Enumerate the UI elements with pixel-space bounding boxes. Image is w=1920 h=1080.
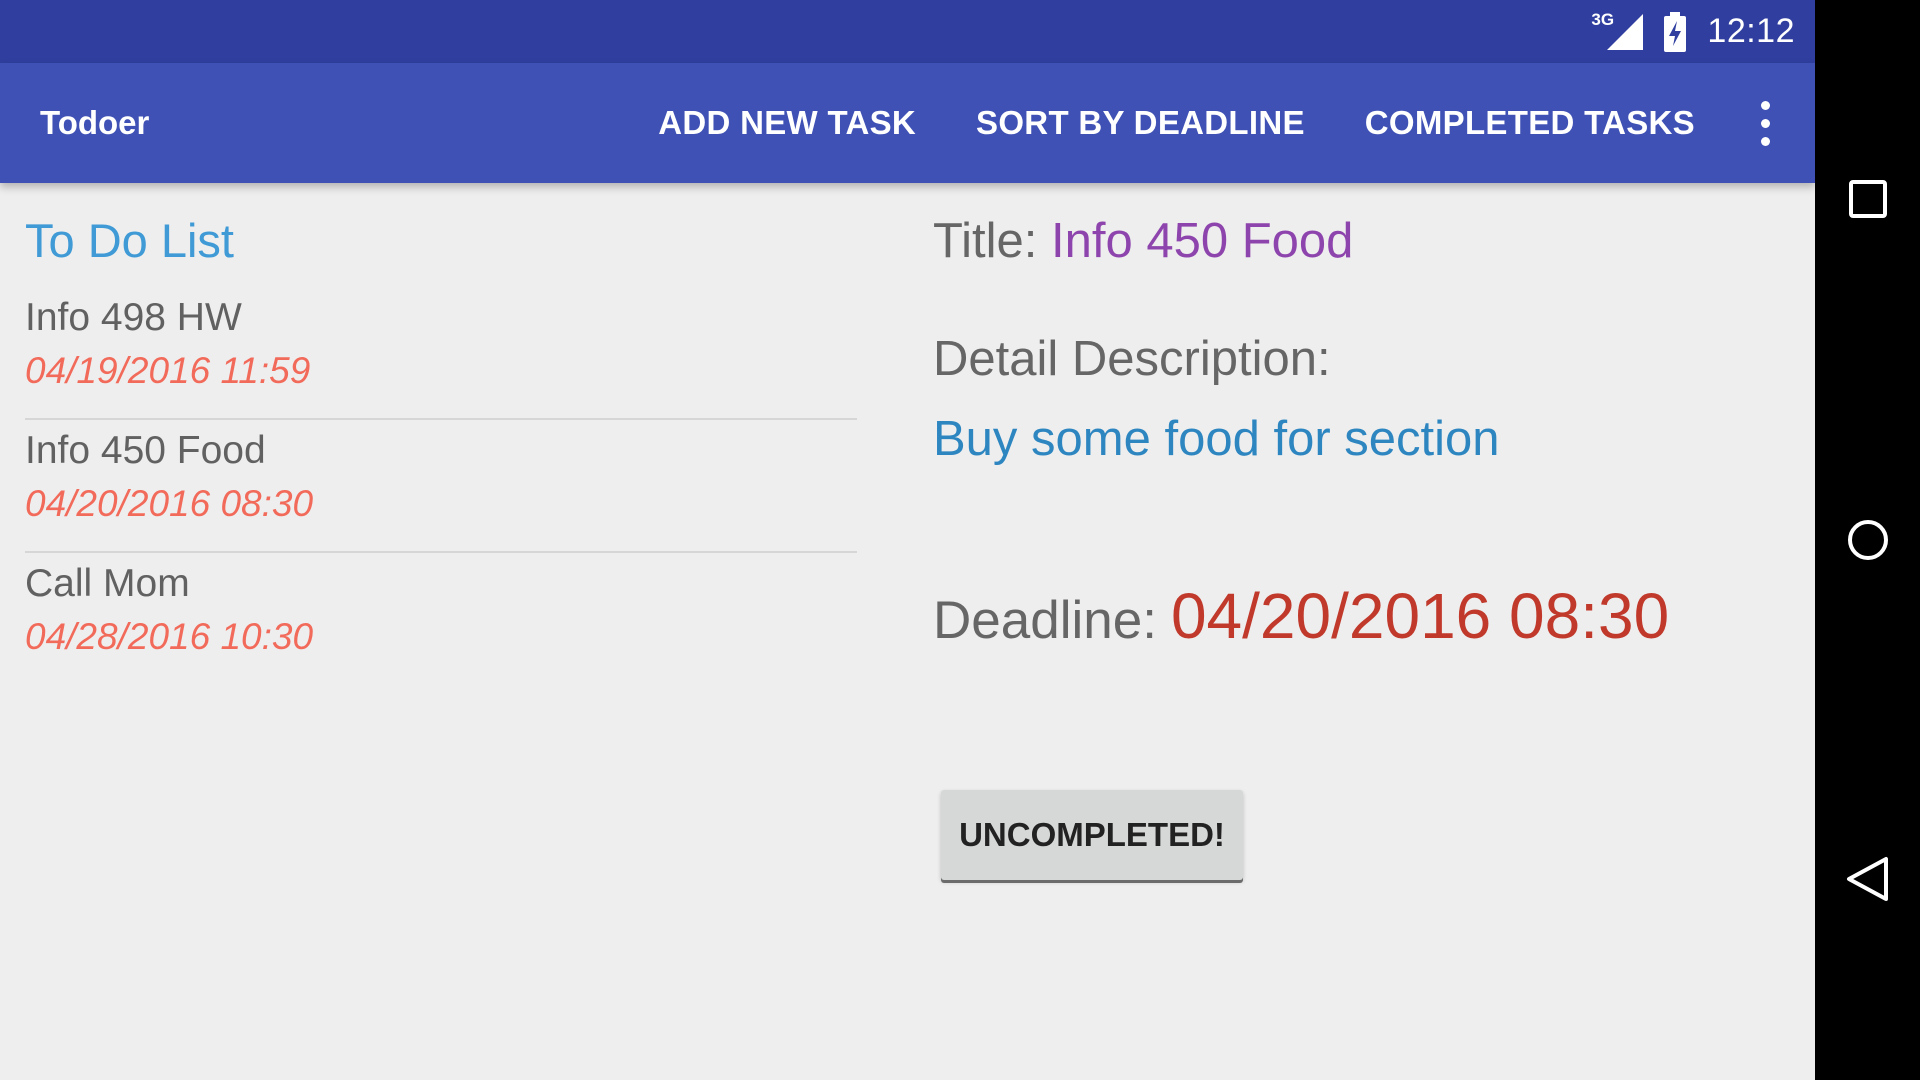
uncompleted-button[interactable]: UNCOMPLETED! — [941, 790, 1243, 880]
description-label: Detail Description: — [933, 332, 1331, 386]
title-label: Title: — [933, 214, 1051, 268]
divider — [25, 418, 857, 420]
more-vert-icon[interactable] — [1761, 100, 1773, 146]
task-name: Info 498 HW — [25, 296, 242, 339]
detail-title-row: Title: Info 450 Food — [933, 213, 1353, 269]
back-triangle-icon[interactable] — [1815, 829, 1920, 929]
completed-tasks-button[interactable]: COMPLETED TASKS — [1365, 104, 1695, 142]
description-value: Buy some food for section — [933, 412, 1500, 466]
task-name: Info 450 Food — [25, 429, 266, 472]
deadline-row: Deadline: 04/20/2016 08:30 — [933, 579, 1669, 653]
battery-charging-icon — [1663, 11, 1687, 52]
deadline-label: Deadline: — [933, 591, 1157, 650]
list-item[interactable]: Info 498 HW 04/19/2016 11:59 — [25, 288, 857, 420]
cell-signal-icon: 3G — [1591, 10, 1644, 52]
list-item[interactable]: Call Mom 04/28/2016 10:30 — [25, 554, 857, 686]
status-bar: 3G 12:12 — [0, 0, 1815, 63]
network-type-label: 3G — [1591, 9, 1615, 29]
task-deadline: 04/28/2016 10:30 — [25, 616, 314, 657]
task-deadline: 04/20/2016 08:30 — [25, 483, 314, 524]
list-heading: To Do List — [25, 214, 234, 267]
title-value: Info 450 Food — [1050, 214, 1354, 268]
sort-by-deadline-button[interactable]: SORT BY DEADLINE — [976, 104, 1305, 142]
task-name: Call Mom — [25, 562, 190, 605]
list-item[interactable]: Info 450 Food 04/20/2016 08:30 — [25, 421, 857, 553]
task-deadline: 04/19/2016 11:59 — [25, 350, 311, 391]
app-screen: 3G 12:12 Todoer ADD NEW TASK SORT BY DEA… — [0, 0, 1815, 1080]
home-circle-icon[interactable] — [1815, 490, 1920, 590]
navigation-bar — [1815, 0, 1920, 1080]
app-bar: Todoer ADD NEW TASK SORT BY DEADLINE COM… — [0, 63, 1815, 183]
status-icons: 3G 12:12 — [1591, 0, 1795, 63]
clock: 12:12 — [1707, 12, 1795, 50]
add-new-task-button[interactable]: ADD NEW TASK — [658, 104, 916, 142]
action-menu: ADD NEW TASK SORT BY DEADLINE COMPLETED … — [598, 104, 1695, 142]
divider — [25, 551, 857, 553]
deadline-value: 04/20/2016 08:30 — [1170, 580, 1670, 652]
app-title: Todoer — [40, 104, 150, 141]
recents-square-icon[interactable] — [1815, 149, 1920, 249]
